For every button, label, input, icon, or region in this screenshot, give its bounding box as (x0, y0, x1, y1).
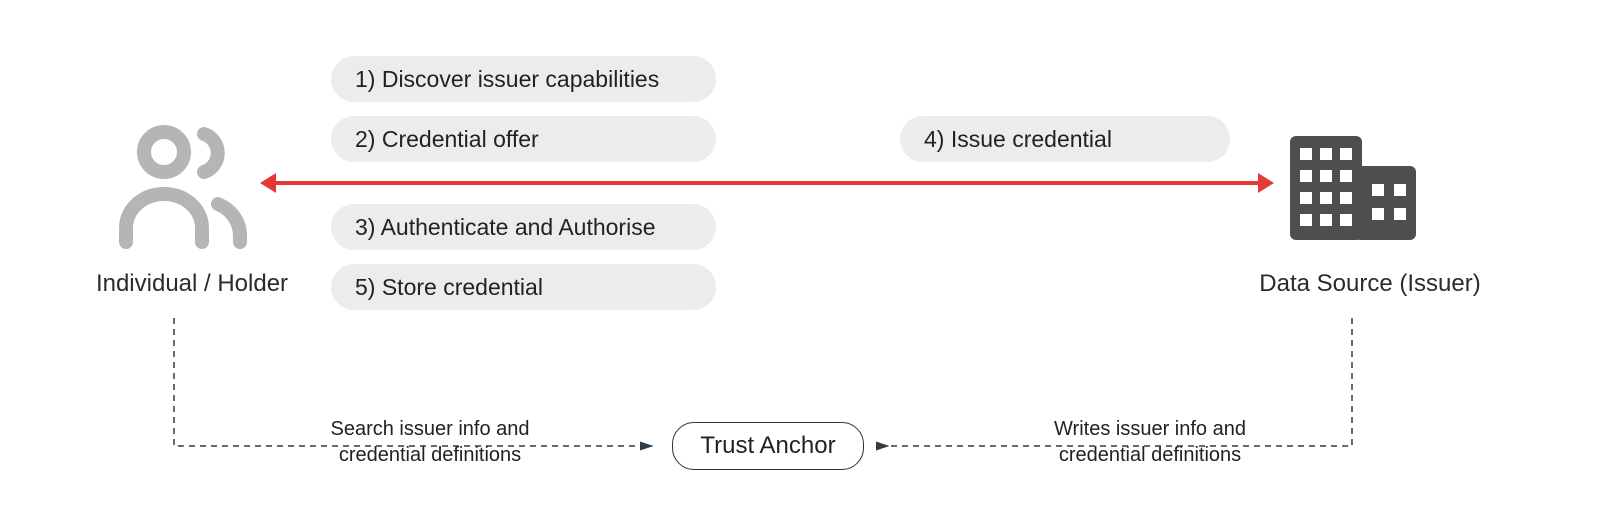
right-conn-line1: Writes issuer info and (1054, 418, 1246, 440)
right-connector-label: Writes issuer info and credential defini… (1010, 416, 1290, 468)
holder-label: Individual / Holder (82, 270, 302, 298)
bidirectional-arrow (274, 181, 1260, 185)
left-connector-label: Search issuer info and credential defini… (290, 416, 570, 468)
left-conn-line1: Search issuer info and (330, 418, 529, 440)
person-icon (108, 112, 248, 252)
building-icon (1282, 114, 1422, 254)
left-conn-line2: credential definitions (339, 444, 521, 466)
diagram-stage: Individual / Holder (0, 0, 1600, 528)
right-conn-line2: credential definitions (1059, 444, 1241, 466)
step-4-pill: 4) Issue credential (900, 116, 1230, 162)
trust-anchor-node: Trust Anchor (672, 422, 864, 470)
step-3-pill: 3) Authenticate and Authorise (331, 204, 716, 250)
step-5-pill: 5) Store credential (331, 264, 716, 310)
step-1-pill: 1) Discover issuer capabilities (331, 56, 716, 102)
issuer-label: Data Source (Issuer) (1240, 270, 1500, 298)
step-2-pill: 2) Credential offer (331, 116, 716, 162)
